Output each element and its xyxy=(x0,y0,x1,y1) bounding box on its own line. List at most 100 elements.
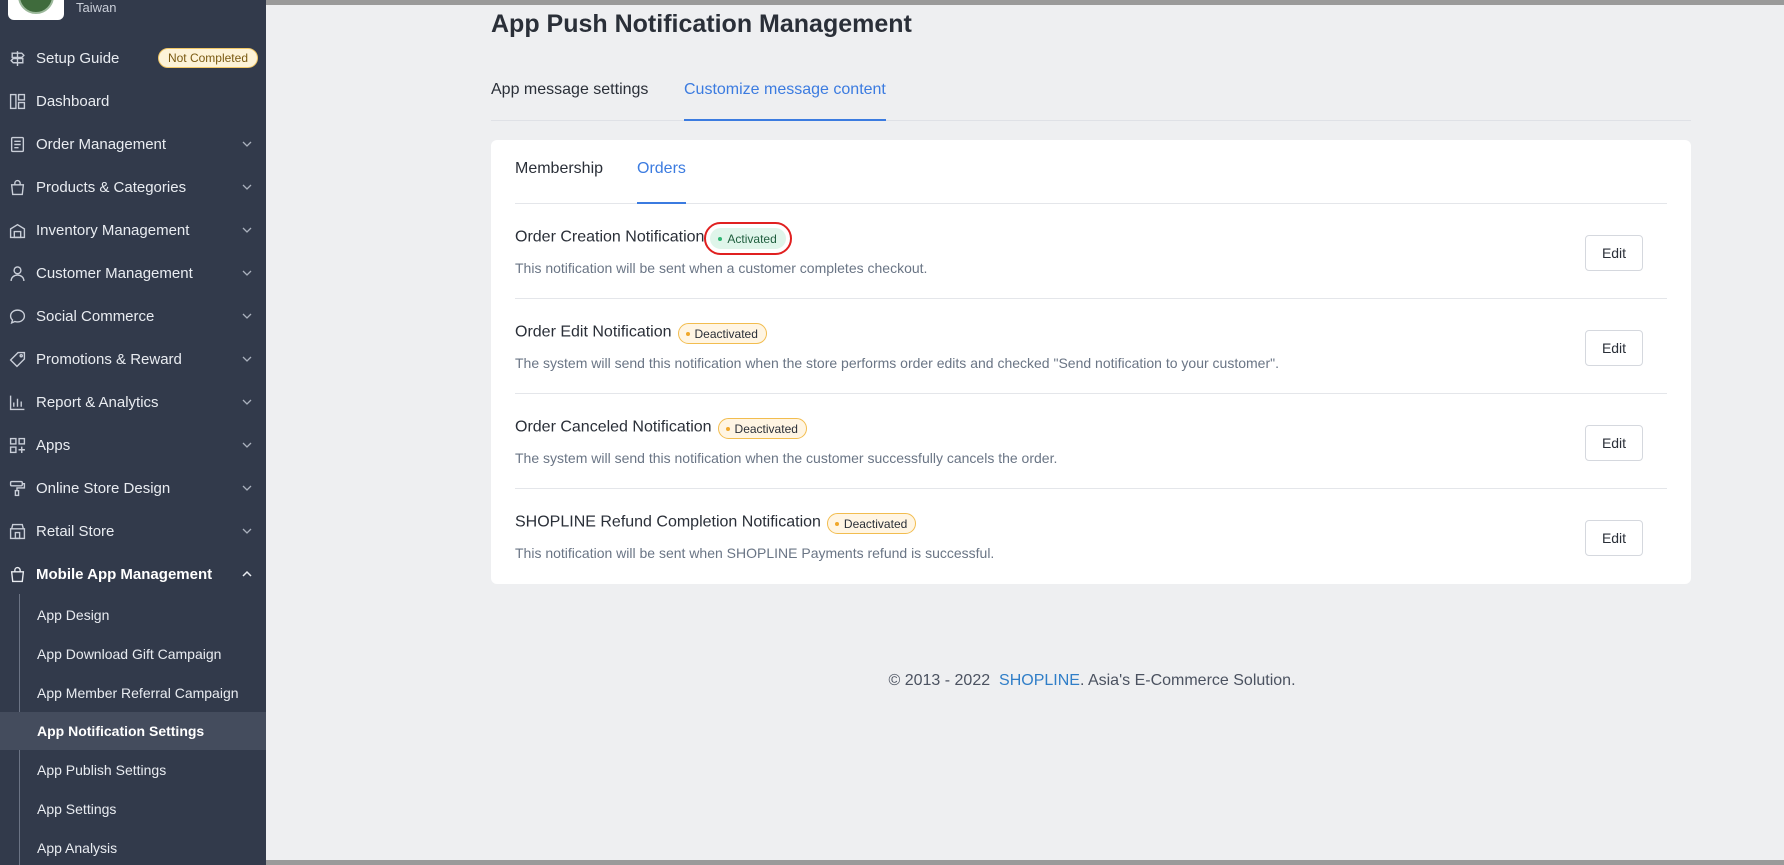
status-dot-icon xyxy=(685,331,690,336)
store-icon xyxy=(9,523,26,540)
sidebar-subitem-label: App Download Gift Campaign xyxy=(37,646,222,662)
store-logo[interactable] xyxy=(8,0,64,20)
paint-roller-icon xyxy=(9,480,26,497)
status-label: Activated xyxy=(727,231,777,246)
sidebar-subitem-label: App Settings xyxy=(37,801,117,817)
sidebar-item-inventory[interactable]: Inventory Management xyxy=(0,210,266,250)
sidebar-item-customer[interactable]: Customer Management xyxy=(0,253,266,293)
sidebar-item-label: Setup Guide xyxy=(36,49,120,67)
sidebar-subitem-app-analysis[interactable]: App Analysis xyxy=(0,829,266,865)
footer-copyright: © 2013 - 2022 xyxy=(888,672,991,689)
notification-description: This notification will be sent when a cu… xyxy=(515,260,928,276)
tab-app-message-settings[interactable]: App message settings xyxy=(491,75,648,121)
sidebar-item-order-management[interactable]: Order Management xyxy=(0,124,266,164)
notification-title: SHOPLINE Refund Completion Notification xyxy=(515,513,821,531)
notification-title: Order Edit Notification xyxy=(515,323,672,341)
sidebar-item-label: Promotions & Reward xyxy=(36,350,182,368)
sidebar-item-label: Online Store Design xyxy=(36,479,171,497)
sidebar-subitem-label: App Member Referral Campaign xyxy=(37,685,239,701)
status-badge: Not Completed xyxy=(157,48,258,68)
status-label: Deactivated xyxy=(694,326,758,341)
status-badge: Deactivated xyxy=(717,418,807,439)
tab-customize-message-content[interactable]: Customize message content xyxy=(684,75,886,121)
store-header: Taiwan xyxy=(0,0,266,40)
status-dot-icon xyxy=(725,426,730,431)
sidebar-item-label: Social Commerce xyxy=(36,307,155,325)
sidebar-item-label: Products & Categories xyxy=(36,178,187,196)
category-tabs: Membership Orders xyxy=(515,140,1667,204)
main-content: App Push Notification Management App mes… xyxy=(266,0,1784,860)
chevron-down-icon xyxy=(242,442,252,448)
status-dot-icon xyxy=(718,236,723,241)
notifications-card: Membership Orders Order Creation Notific… xyxy=(491,140,1691,584)
store-region: Taiwan xyxy=(76,0,117,15)
sidebar-item-label: Customer Management xyxy=(36,264,193,282)
sidebar-item-mobile-app-management[interactable]: Mobile App Management xyxy=(0,554,266,594)
sidebar-item-setup-guide[interactable]: Setup Guide Not Completed xyxy=(0,38,266,78)
tag-icon xyxy=(9,351,26,368)
page-tabs: App message settings Customize message c… xyxy=(491,75,1691,121)
chevron-down-icon xyxy=(242,184,252,190)
edit-button[interactable]: Edit xyxy=(1585,235,1643,271)
sidebar-subitem-app-download-gift[interactable]: App Download Gift Campaign xyxy=(0,635,266,673)
status-badge: Deactivated xyxy=(826,513,917,534)
status-dot-icon xyxy=(834,521,839,526)
footer-brand-link[interactable]: SHOPLINE xyxy=(999,672,1080,689)
bag-icon xyxy=(10,566,25,583)
notification-row: Order Canceled Notification Deactivated T… xyxy=(515,394,1667,489)
sidebar-subitem-label: App Analysis xyxy=(37,840,118,856)
warehouse-icon xyxy=(9,223,26,239)
page-title: App Push Notification Management xyxy=(491,10,912,38)
sidebar-item-apps[interactable]: Apps xyxy=(0,425,266,465)
notification-description: The system will send this notification w… xyxy=(515,355,1279,371)
status-badge: Activated xyxy=(704,222,792,255)
sidebar-item-social-commerce[interactable]: Social Commerce xyxy=(0,296,266,336)
notification-row: Order Edit Notification Deactivated The s… xyxy=(515,299,1667,394)
sidebar-subitem-app-publish-settings[interactable]: App Publish Settings xyxy=(0,751,266,789)
sidebar-subitem-app-notification-settings[interactable]: App Notification Settings xyxy=(0,712,266,750)
sidebar-item-label: Dashboard xyxy=(36,92,110,110)
sidebar-item-dashboard[interactable]: Dashboard xyxy=(0,81,266,121)
chevron-down-icon xyxy=(242,399,252,405)
status-badge: Deactivated xyxy=(677,323,767,344)
sidebar-item-products[interactable]: Products & Categories xyxy=(0,167,266,207)
edit-button[interactable]: Edit xyxy=(1585,425,1643,461)
sidebar-subitem-app-design[interactable]: App Design xyxy=(0,596,266,634)
sidebar-subitem-app-member-referral[interactable]: App Member Referral Campaign xyxy=(0,674,266,712)
edit-button[interactable]: Edit xyxy=(1585,330,1643,366)
sidebar-item-retail-store[interactable]: Retail Store xyxy=(0,511,266,551)
sidebar-item-promotions[interactable]: Promotions & Reward xyxy=(0,339,266,379)
chevron-up-icon xyxy=(242,570,252,577)
sidebar-subitem-label: App Design xyxy=(37,607,110,623)
chevron-down-icon xyxy=(242,141,252,147)
chevron-down-icon xyxy=(242,528,252,534)
sidebar-item-label: Apps xyxy=(36,436,71,454)
sidebar-item-label: Report & Analytics xyxy=(36,393,159,411)
chevron-down-icon xyxy=(242,227,252,233)
notification-row: SHOPLINE Refund Completion Notification D… xyxy=(515,489,1667,584)
sidebar-item-label: Retail Store xyxy=(36,522,115,540)
bag-icon xyxy=(10,179,25,196)
sidebar-subitem-app-settings[interactable]: App Settings xyxy=(0,790,266,828)
user-icon xyxy=(10,266,25,281)
status-label: Deactivated xyxy=(843,516,908,531)
sidebar: Taiwan Setup Guide Not Completed Dashboa… xyxy=(0,0,266,865)
chevron-down-icon xyxy=(242,356,252,362)
tab-orders[interactable]: Orders xyxy=(637,160,686,204)
chevron-down-icon xyxy=(242,485,252,491)
document-icon xyxy=(10,136,25,153)
sidebar-item-online-store-design[interactable]: Online Store Design xyxy=(0,468,266,508)
sidebar-item-report[interactable]: Report & Analytics xyxy=(0,382,266,422)
signpost-icon xyxy=(10,51,25,66)
chevron-down-icon xyxy=(242,313,252,319)
notification-row: Order Creation Notification Activated Thi… xyxy=(515,204,1667,299)
sidebar-subitem-label: App Notification Settings xyxy=(37,723,205,739)
notification-title: Order Canceled Notification xyxy=(515,418,712,436)
sidebar-item-label: Mobile App Management xyxy=(36,565,213,583)
edit-button[interactable]: Edit xyxy=(1585,520,1643,556)
chart-icon xyxy=(9,395,25,411)
apps-icon xyxy=(9,437,26,454)
sidebar-subitem-label: App Publish Settings xyxy=(37,762,167,778)
chevron-down-icon xyxy=(242,270,252,276)
tab-membership[interactable]: Membership xyxy=(515,160,603,204)
